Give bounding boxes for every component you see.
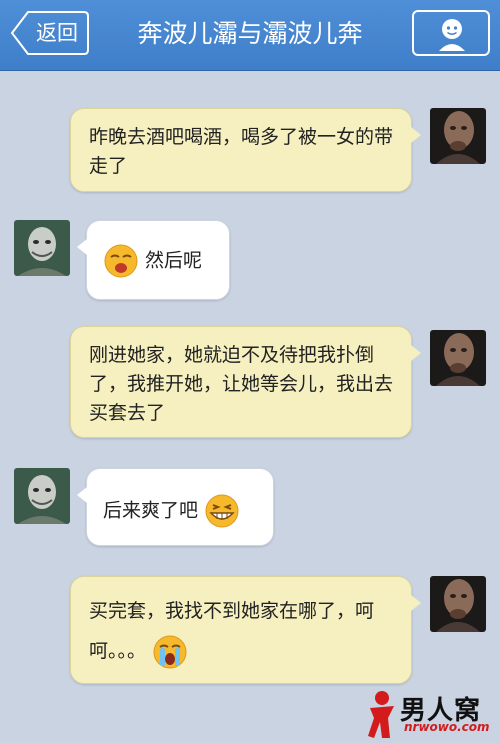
user-avatar[interactable] (14, 468, 70, 524)
chat-header: 返回 奔波儿灞与灞波儿奔 (0, 0, 500, 71)
message-bubble-sent[interactable]: 买完套，我找不到她家在哪了，呵呵。。。 (70, 576, 421, 684)
contact-avatar[interactable] (430, 330, 486, 386)
sleepy-face-emoji (104, 244, 138, 278)
contact-avatar[interactable] (430, 108, 486, 164)
back-button[interactable]: 返回 (10, 10, 90, 56)
watermark-logo-figure (368, 691, 394, 738)
message-text: 后来爽了吧 (103, 499, 199, 522)
message-text: 昨晚去酒吧喝酒，喝多了被一女的带走了 (89, 126, 394, 177)
message-bubble-sent[interactable]: 刚进她家，她就迫不及待把我扑倒了，我推开她，让她等会儿，我出去买套去了 (70, 326, 421, 438)
message-text: 买完套，我找不到她家在哪了，呵呵。。。 (89, 600, 375, 662)
user-avatar[interactable] (14, 220, 70, 276)
message-text: 刚进她家，她就迫不及待把我扑倒了，我推开她，让她等会儿，我出去买套去了 (89, 344, 394, 424)
contact-avatar[interactable] (430, 576, 486, 632)
site-watermark: 男人窝 nrwowo.com (366, 688, 496, 740)
watermark-url: nrwowo.com (404, 720, 490, 734)
chat-title: 奔波儿灞与灞波儿奔 (137, 19, 363, 48)
message-bubble-received[interactable]: 后来爽了吧 (77, 468, 274, 546)
grinning-face-emoji (205, 494, 239, 528)
back-label: 返回 (36, 21, 78, 45)
message-bubble-received[interactable]: 然后呢 (77, 220, 230, 300)
profile-button[interactable] (412, 10, 490, 56)
message-text: 然后呢 (145, 249, 203, 272)
message-bubble-sent[interactable]: 昨晚去酒吧喝酒，喝多了被一女的带走了 (70, 108, 421, 192)
crying-face-emoji (153, 635, 187, 668)
person-icon (439, 19, 465, 51)
